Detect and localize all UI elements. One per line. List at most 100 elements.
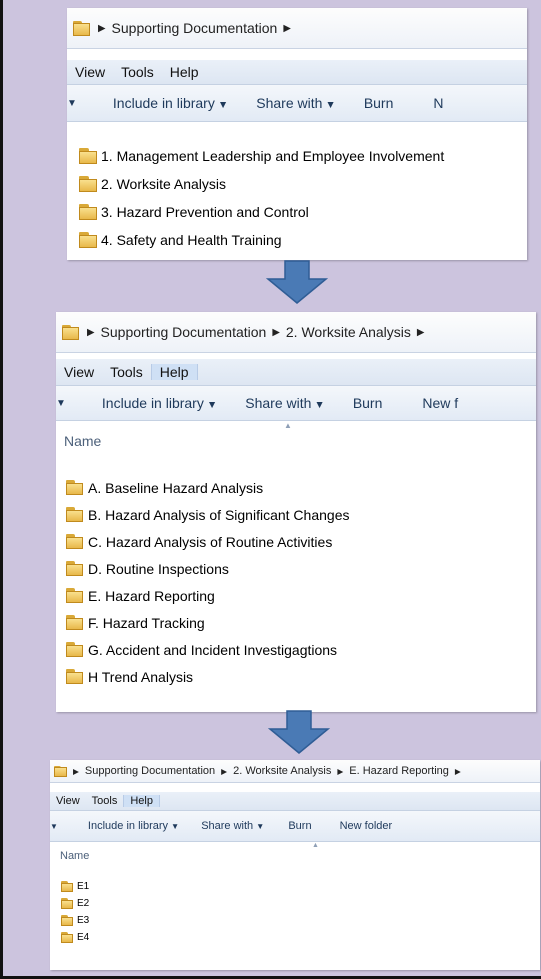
menu-bar: View Tools Help (56, 359, 536, 386)
folder-icon (79, 204, 97, 220)
list-item[interactable]: E1 (50, 878, 540, 895)
address-bar[interactable]: ▶ Supporting Documentation ▶ 2. Worksite… (50, 760, 540, 783)
address-bar[interactable]: ▶ Supporting Documentation ▶ 2. Worksite… (56, 312, 536, 353)
organize-caret-icon[interactable]: ▼ (50, 822, 58, 831)
burn-button[interactable]: Burn (353, 395, 383, 411)
folder-icon (66, 561, 83, 576)
explorer-window-hazard-reporting: ▶ Supporting Documentation ▶ 2. Worksite… (50, 760, 540, 970)
menu-tools[interactable]: Tools (86, 795, 124, 807)
include-in-library-button[interactable]: Include in library ▼ (88, 820, 179, 832)
chevron-right-icon[interactable]: ▶ (87, 327, 95, 338)
chevron-right-icon[interactable]: ▶ (455, 767, 461, 776)
menu-help[interactable]: Help (123, 795, 160, 807)
share-with-label: Share with (201, 820, 254, 832)
chevron-down-icon: ▼ (171, 822, 180, 831)
burn-button[interactable]: Burn (288, 820, 311, 832)
folder-icon (66, 615, 83, 630)
menu-bar: View Tools Help (67, 60, 527, 85)
breadcrumb-item[interactable]: Supporting Documentation (112, 20, 278, 36)
chevron-down-icon: ▼ (314, 399, 325, 411)
arrow-down-icon (266, 260, 328, 304)
list-item[interactable]: E2 (50, 895, 540, 912)
list-item[interactable]: E3 (50, 912, 540, 929)
folder-icon (66, 669, 83, 684)
list-item-label: E. Hazard Reporting (88, 587, 215, 604)
list-item[interactable]: 2. Worksite Analysis (67, 170, 527, 198)
file-list: 1. Management Leadership and Employee In… (67, 142, 527, 254)
menu-tools[interactable]: Tools (113, 64, 162, 80)
command-bar: ▼ Include in library ▼ Share with ▼ Burn N… (50, 811, 540, 842)
file-list: A. Baseline Hazard Analysis B. Hazard An… (56, 474, 536, 690)
new-folder-button[interactable]: N (433, 95, 443, 111)
menu-view[interactable]: View (50, 795, 86, 807)
list-item-label: E4 (77, 932, 90, 943)
list-item[interactable]: 1. Management Leadership and Employee In… (67, 142, 527, 170)
list-item-label: H Trend Analysis (88, 668, 194, 685)
chevron-right-icon[interactable]: ▶ (73, 767, 79, 776)
folder-icon (54, 765, 67, 777)
list-item[interactable]: D. Routine Inspections (56, 555, 536, 582)
menu-tools[interactable]: Tools (102, 364, 151, 380)
breadcrumb-item[interactable]: Supporting Documentation (101, 324, 267, 340)
share-with-button[interactable]: Share with ▼ (245, 395, 325, 411)
list-item[interactable]: E. Hazard Reporting (56, 582, 536, 609)
include-in-library-button[interactable]: Include in library ▼ (113, 95, 228, 111)
burn-button[interactable]: Burn (364, 95, 394, 111)
list-item-label: 4. Safety and Health Training (101, 232, 282, 248)
breadcrumb-item[interactable]: E. Hazard Reporting (349, 765, 449, 777)
list-item-label: E1 (77, 881, 90, 892)
list-item[interactable]: B. Hazard Analysis of Significant Change… (56, 501, 536, 528)
list-item[interactable]: A. Baseline Hazard Analysis (56, 474, 536, 501)
command-bar: ▼ Include in library ▼ Share with ▼ Burn N… (56, 386, 536, 421)
list-item[interactable]: C. Hazard Analysis of Routine Activities (56, 528, 536, 555)
list-item-label: F. Hazard Tracking (88, 614, 205, 631)
list-item-label: C. Hazard Analysis of Routine Activities (88, 533, 333, 550)
folder-icon (73, 20, 90, 36)
menu-view[interactable]: View (67, 64, 113, 80)
share-with-button[interactable]: Share with ▼ (256, 95, 336, 111)
column-header-name[interactable]: Name (50, 846, 540, 866)
menu-view[interactable]: View (56, 364, 102, 380)
chevron-right-icon[interactable]: ▶ (337, 767, 343, 776)
file-list: E1 E2 E3 E4 (50, 878, 540, 946)
folder-icon (66, 534, 83, 549)
include-in-library-label: Include in library (112, 95, 215, 111)
column-header-name[interactable]: Name (56, 428, 536, 454)
organize-caret-icon[interactable]: ▼ (67, 98, 77, 109)
chevron-down-icon: ▼ (325, 99, 336, 111)
list-item-label: E3 (77, 915, 90, 926)
folder-icon (61, 932, 73, 943)
new-folder-button[interactable]: New folder (340, 820, 393, 832)
list-item-label: 1. Management Leadership and Employee In… (101, 148, 445, 164)
menu-help[interactable]: Help (162, 64, 207, 80)
share-with-label: Share with (256, 95, 323, 111)
chevron-right-icon[interactable]: ▶ (283, 23, 291, 34)
list-item[interactable]: 4. Safety and Health Training (67, 226, 527, 254)
folder-icon (79, 232, 97, 248)
chevron-right-icon[interactable]: ▶ (221, 767, 227, 776)
chevron-down-icon: ▼ (206, 399, 218, 411)
organize-caret-icon[interactable]: ▼ (56, 398, 66, 409)
list-item[interactable]: G. Accident and Incident Investigagtions (56, 636, 536, 663)
list-item[interactable]: 3. Hazard Prevention and Control (67, 198, 527, 226)
list-item[interactable]: H Trend Analysis (56, 663, 536, 690)
folder-icon (61, 881, 73, 892)
address-bar[interactable]: ▶ Supporting Documentation ▶ (67, 8, 527, 49)
chevron-right-icon[interactable]: ▶ (272, 327, 280, 338)
include-in-library-label: Include in library (87, 820, 169, 832)
chevron-right-icon[interactable]: ▶ (98, 23, 106, 34)
breadcrumb-item[interactable]: 2. Worksite Analysis (233, 765, 331, 777)
menu-help[interactable]: Help (150, 364, 198, 380)
breadcrumb-item[interactable]: Supporting Documentation (85, 765, 215, 777)
include-in-library-button[interactable]: Include in library ▼ (102, 395, 217, 411)
list-item[interactable]: E4 (50, 929, 540, 946)
page-border-left (0, 0, 3, 979)
breadcrumb-item[interactable]: 2. Worksite Analysis (286, 324, 411, 340)
folder-icon (66, 507, 83, 522)
list-item-label: B. Hazard Analysis of Significant Change… (88, 506, 350, 523)
share-with-button[interactable]: Share with ▼ (201, 820, 264, 832)
explorer-window-root: ▶ Supporting Documentation ▶ View Tools … (67, 8, 527, 260)
new-folder-button[interactable]: New f (422, 395, 458, 411)
list-item[interactable]: F. Hazard Tracking (56, 609, 536, 636)
chevron-right-icon[interactable]: ▶ (417, 327, 425, 338)
